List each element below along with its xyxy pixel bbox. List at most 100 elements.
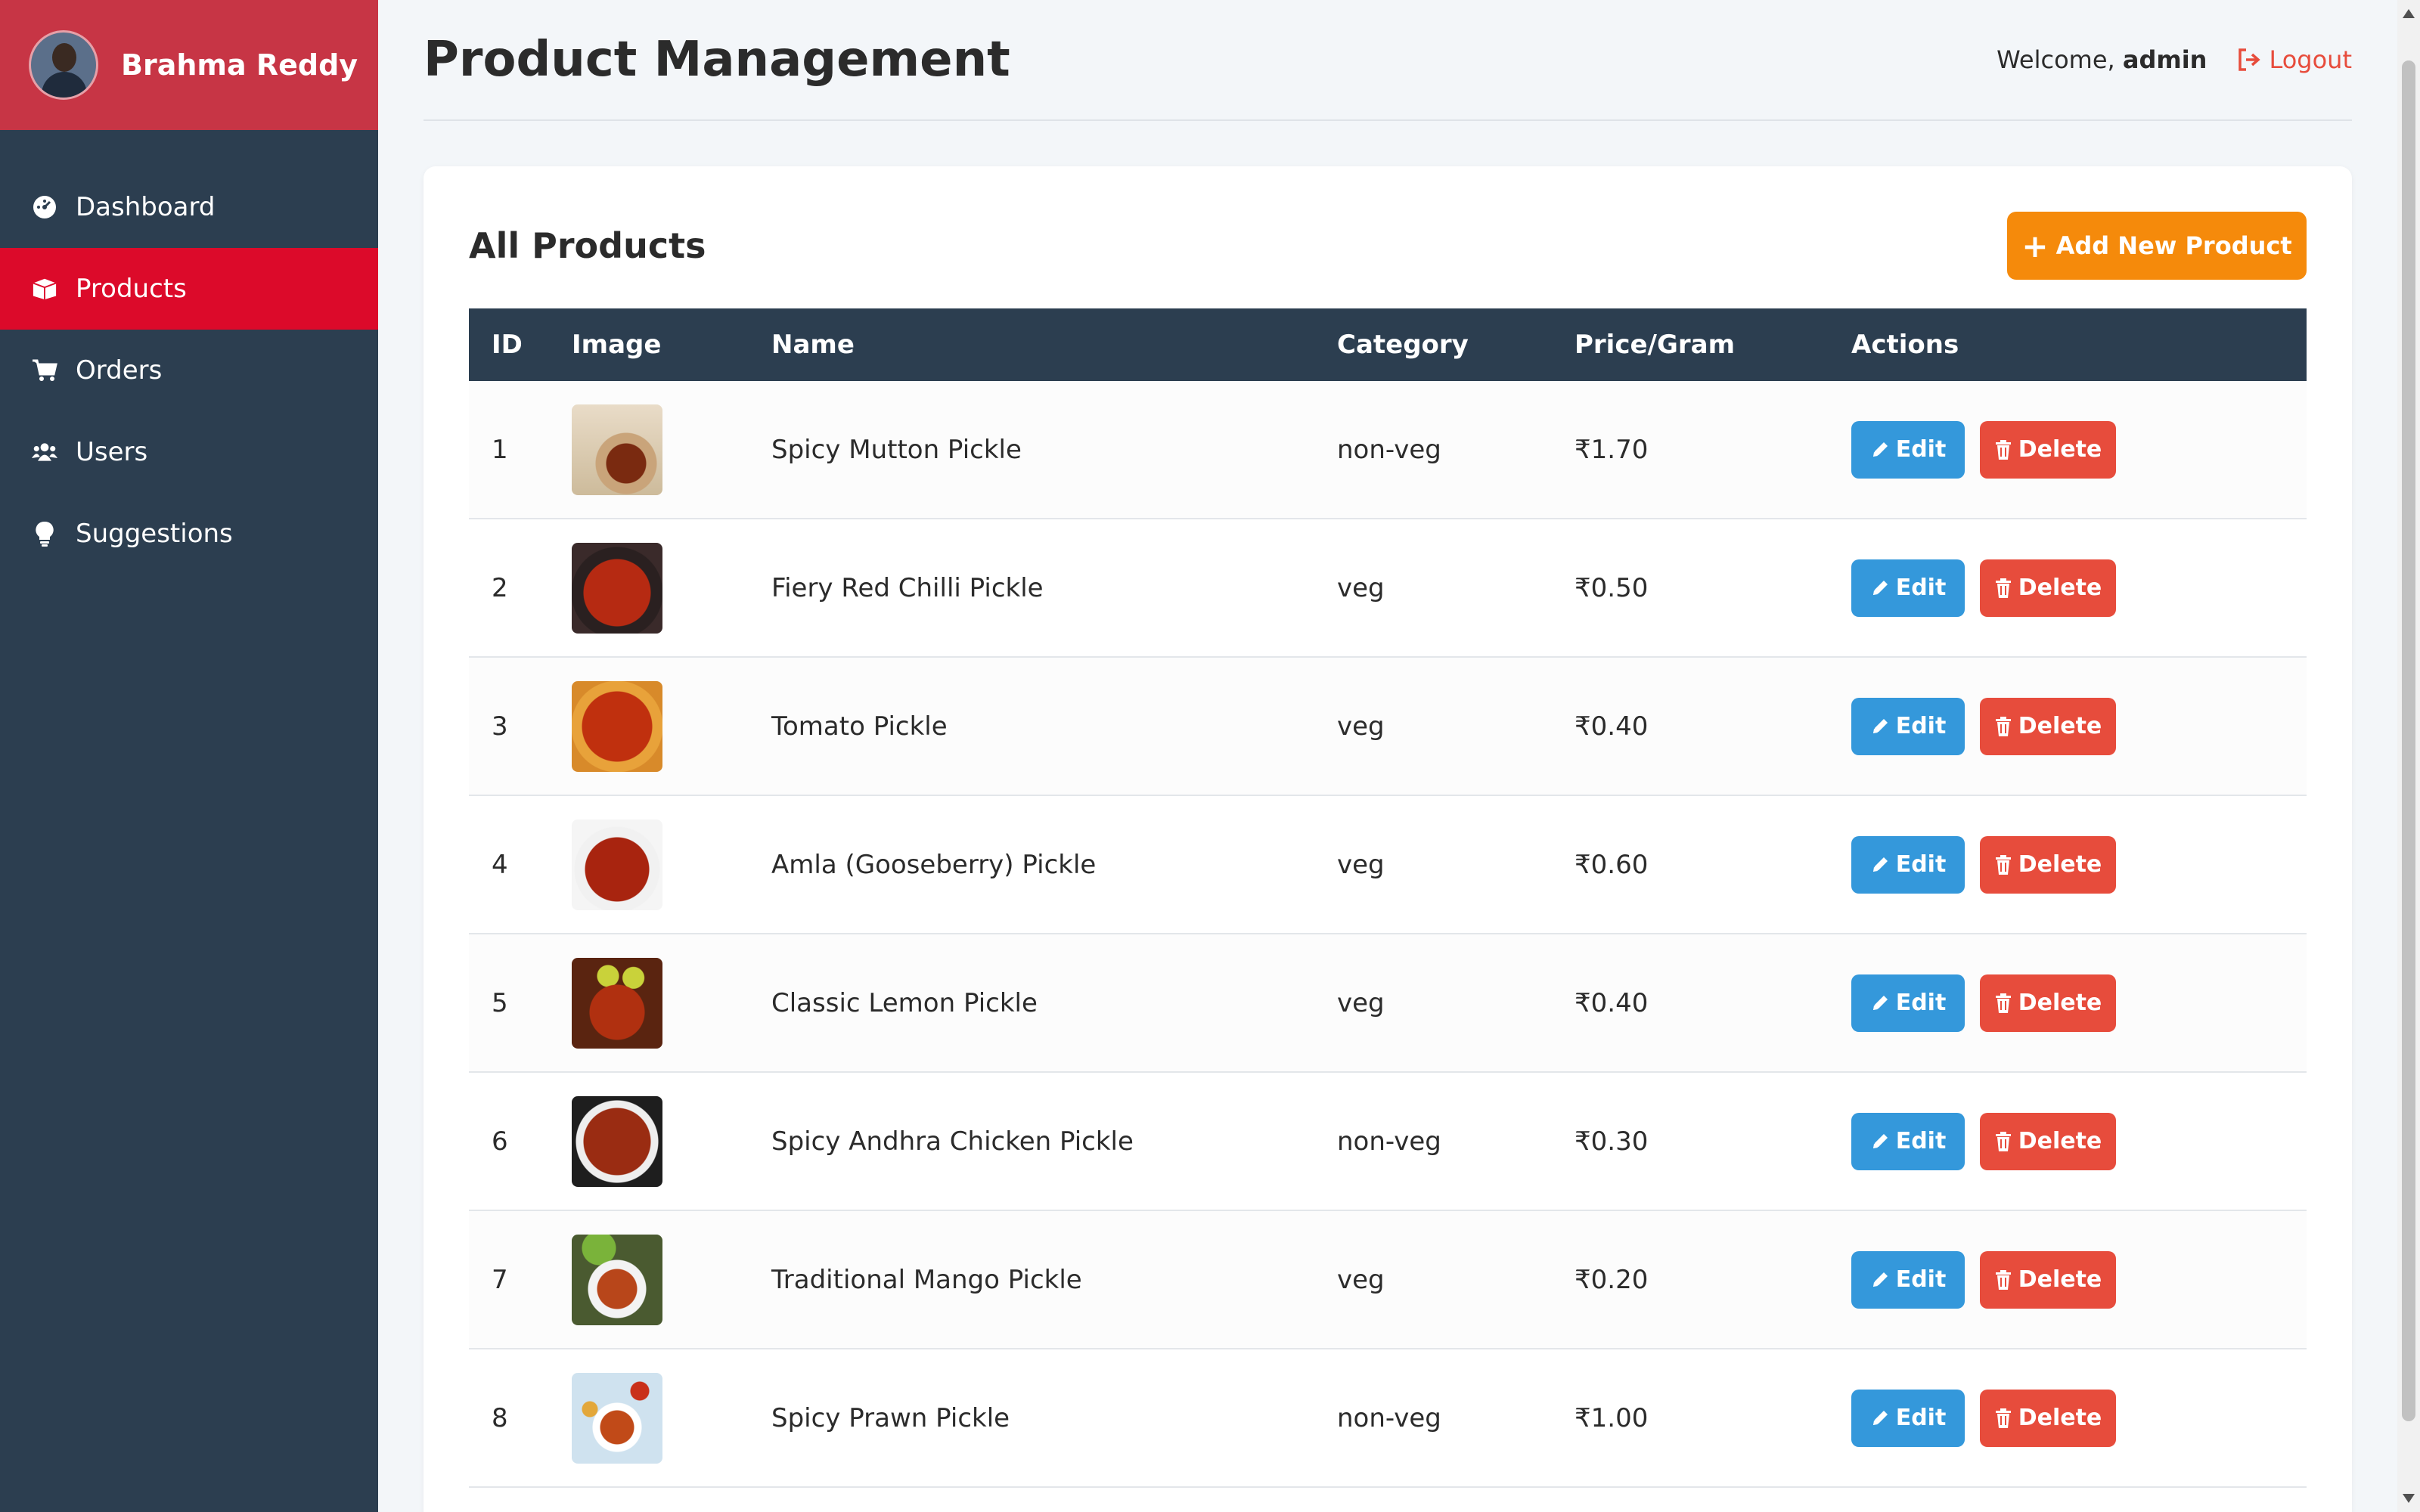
cell-price: ₹0.60 <box>1575 849 1649 880</box>
avatar <box>29 30 98 100</box>
cell-category: veg <box>1337 987 1385 1018</box>
delete-button[interactable]: Delete <box>1980 835 2116 894</box>
edit-label: Edit <box>1895 713 1947 739</box>
table-row: 5 Classic Lemon Pickle veg ₹0.40 Edit De… <box>469 934 2307 1073</box>
delete-label: Delete <box>2018 575 2102 601</box>
sidebar-item-label: Dashboard <box>76 192 216 222</box>
products-card: All Products + Add New Product ID Image … <box>424 166 2352 1512</box>
welcome-text: Welcome, admin <box>1996 45 2207 74</box>
card-header: All Products + Add New Product <box>469 212 2307 280</box>
scroll-up-arrow[interactable] <box>2403 9 2415 18</box>
cell-image <box>572 1234 771 1325</box>
column-header-price: Price/Gram <box>1575 330 1736 360</box>
table-row: 7 Traditional Mango Pickle veg ₹0.20 Edi… <box>469 1211 2307 1349</box>
cell-category: veg <box>1337 711 1385 742</box>
product-thumbnail <box>572 680 662 772</box>
sidebar-item-orders[interactable]: Orders <box>0 330 378 411</box>
cell-name: Amla (Gooseberry) Pickle <box>771 849 1097 880</box>
column-header-actions: Actions <box>1851 330 1959 360</box>
sidebar-item-label: Suggestions <box>76 519 233 549</box>
dashboard-icon <box>32 194 57 220</box>
delete-button[interactable]: Delete <box>1980 559 2116 617</box>
page-title: Product Management <box>424 32 1010 88</box>
delete-button[interactable]: Delete <box>1980 1389 2116 1447</box>
cell-category: non-veg <box>1337 1402 1441 1433</box>
trash-icon <box>1995 1408 2011 1428</box>
product-thumbnail <box>572 404 662 495</box>
edit-label: Edit <box>1895 575 1947 601</box>
add-new-product-button[interactable]: + Add New Product <box>2007 212 2307 280</box>
card-title: All Products <box>469 225 706 266</box>
cell-id: 2 <box>492 572 508 603</box>
table-body: 1 Spicy Mutton Pickle non-veg ₹1.70 Edit… <box>469 381 2307 1488</box>
edit-button[interactable]: Edit <box>1851 559 1965 617</box>
cell-name: Tomato Pickle <box>771 711 948 742</box>
cell-actions: Edit Delete <box>1851 1389 2307 1447</box>
cell-image <box>572 1095 771 1187</box>
cell-category: non-veg <box>1337 1126 1441 1157</box>
sidebar-item-dashboard[interactable]: Dashboard <box>0 166 378 248</box>
edit-button[interactable]: Edit <box>1851 1389 1965 1447</box>
cell-price: ₹0.50 <box>1575 572 1649 603</box>
sidebar-item-products[interactable]: Products <box>0 248 378 330</box>
pencil-icon <box>1872 1410 1888 1425</box>
cell-id: 8 <box>492 1402 508 1433</box>
edit-button[interactable]: Edit <box>1851 420 1965 479</box>
delete-button[interactable]: Delete <box>1980 1250 2116 1309</box>
products-table: ID Image Name Category Price/Gram Action… <box>469 308 2307 1488</box>
edit-button[interactable]: Edit <box>1851 974 1965 1032</box>
edit-button[interactable]: Edit <box>1851 1250 1965 1309</box>
page-header: Product Management Welcome, admin Logout <box>424 0 2352 121</box>
brand: Brahma Reddy <box>0 0 378 130</box>
product-thumbnail <box>572 1095 662 1187</box>
sidebar-item-users[interactable]: Users <box>0 411 378 493</box>
trash-icon <box>1995 716 2011 736</box>
delete-button[interactable]: Delete <box>1980 974 2116 1032</box>
product-thumbnail <box>572 542 662 634</box>
sidebar-item-label: Orders <box>76 355 163 386</box>
delete-label: Delete <box>2018 1405 2102 1431</box>
users-icon <box>32 439 57 465</box>
pencil-icon <box>1872 857 1888 872</box>
sidebar-item-suggestions[interactable]: Suggestions <box>0 493 378 575</box>
cell-name: Fiery Red Chilli Pickle <box>771 572 1044 603</box>
cell-name: Spicy Andhra Chicken Pickle <box>771 1126 1134 1157</box>
cell-actions: Edit Delete <box>1851 1250 2307 1309</box>
pencil-icon <box>1872 580 1888 595</box>
cell-category: non-veg <box>1337 434 1441 465</box>
scroll-down-arrow[interactable] <box>2403 1494 2415 1503</box>
trash-icon <box>1995 854 2011 875</box>
page-scrollbar[interactable] <box>2397 0 2420 1512</box>
logout-button[interactable]: Logout <box>2237 45 2352 74</box>
add-button-label: Add New Product <box>2055 231 2292 260</box>
product-thumbnail <box>572 819 662 910</box>
edit-label: Edit <box>1895 851 1947 878</box>
cell-image <box>572 542 771 634</box>
trash-icon <box>1995 993 2011 1013</box>
cell-id: 4 <box>492 849 508 880</box>
edit-label: Edit <box>1895 436 1947 463</box>
sidebar-nav: Dashboard Products Orders Users Suggesti… <box>0 166 378 575</box>
edit-button[interactable]: Edit <box>1851 1112 1965 1170</box>
table-row: 8 Spicy Prawn Pickle non-veg ₹1.00 Edit … <box>469 1349 2307 1488</box>
delete-button[interactable]: Delete <box>1980 420 2116 479</box>
cell-actions: Edit Delete <box>1851 1112 2307 1170</box>
edit-label: Edit <box>1895 1128 1947 1154</box>
table-row: 3 Tomato Pickle veg ₹0.40 Edit Delete <box>469 658 2307 796</box>
plus-icon: + <box>2021 227 2049 265</box>
table-row: 6 Spicy Andhra Chicken Pickle non-veg ₹0… <box>469 1073 2307 1211</box>
cart-icon <box>32 358 57 383</box>
edit-button[interactable]: Edit <box>1851 697 1965 755</box>
edit-button[interactable]: Edit <box>1851 835 1965 894</box>
delete-label: Delete <box>2018 713 2102 739</box>
edit-label: Edit <box>1895 1405 1947 1431</box>
cell-image <box>572 819 771 910</box>
cell-name: Spicy Mutton Pickle <box>771 434 1022 465</box>
trash-icon <box>1995 1269 2011 1290</box>
delete-label: Delete <box>2018 1266 2102 1293</box>
cell-actions: Edit Delete <box>1851 835 2307 894</box>
scroll-thumb[interactable] <box>2402 60 2415 1421</box>
edit-label: Edit <box>1895 990 1947 1016</box>
delete-button[interactable]: Delete <box>1980 697 2116 755</box>
delete-button[interactable]: Delete <box>1980 1112 2116 1170</box>
